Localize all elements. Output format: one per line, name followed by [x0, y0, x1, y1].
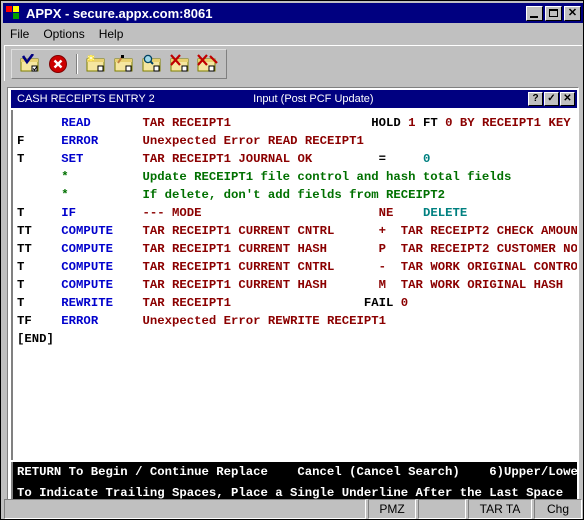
- code-operator: -: [378, 260, 387, 274]
- code-operator: +: [378, 224, 387, 238]
- terminal-client-area: CASH RECEIPTS ENTRY 2 Input (Post PCF Up…: [7, 87, 579, 515]
- code-tail-failval: 0: [400, 296, 409, 310]
- code-verb: COMPUTE: [61, 278, 113, 292]
- code-verb: IF: [61, 206, 77, 220]
- inner-window-title: CASH RECEIPTS ENTRY 2: [17, 93, 155, 105]
- validate-accept-icon[interactable]: [17, 52, 43, 76]
- code-verb: ERROR: [61, 134, 99, 148]
- statusbar: PMZ TAR TA Chg: [4, 499, 582, 519]
- code-comment: Update RECEIPT1 file control and hash to…: [142, 170, 512, 184]
- code-tail-ftval: 0: [445, 116, 453, 130]
- status-main: [4, 499, 366, 519]
- code-row: READ TAR RECEIPT1 HOLD 1 FT 0 BY RECEIPT…: [17, 114, 577, 132]
- toolbar-separator: [76, 54, 78, 74]
- window-titlebar: APPX - secure.appx.com:8061 ✕: [3, 3, 583, 23]
- code-operand: TAR RECEIPT1 CURRENT CNTRL: [142, 224, 335, 238]
- inner-window-titlebar: CASH RECEIPTS ENTRY 2 Input (Post PCF Up…: [11, 90, 577, 108]
- code-row: T IF --- MODE NE DELETE: [17, 204, 577, 222]
- code-operand: --- MODE: [142, 206, 202, 220]
- code-operand: TAR RECEIPT1 CURRENT CNTRL: [142, 260, 335, 274]
- code-verb: COMPUTE: [61, 224, 113, 238]
- code-comment-marker: *: [61, 188, 69, 202]
- code-tail-fail: FAIL: [363, 296, 394, 310]
- code-row: * Update RECEIPT1 file control and hash …: [17, 168, 577, 186]
- help-message-block: RETURN To Begin / Continue Replace Cance…: [11, 462, 579, 504]
- appx-terminal-window: APPX - secure.appx.com:8061 ✕ File Optio…: [0, 0, 584, 520]
- search-record-icon[interactable]: [139, 52, 165, 76]
- code-tail-by: BY RECEIPT1 KEY: [459, 116, 571, 130]
- code-argument: TAR WORK ORIGINAL CONTROL: [400, 260, 577, 274]
- code-flag: TT: [17, 242, 32, 256]
- menu-help[interactable]: Help: [92, 26, 131, 42]
- maximize-button[interactable]: [545, 5, 562, 21]
- code-listing[interactable]: READ TAR RECEIPT1 HOLD 1 FT 0 BY RECEIPT…: [11, 110, 577, 460]
- menu-options[interactable]: Options: [36, 26, 91, 42]
- code-row: T COMPUTE TAR RECEIPT1 CURRENT HASH M TA…: [17, 276, 577, 294]
- code-operator: =: [378, 152, 387, 166]
- help-line-1: RETURN To Begin / Continue Replace Cance…: [17, 465, 579, 479]
- code-comment-marker: *: [61, 170, 69, 184]
- code-operator: NE: [378, 206, 394, 220]
- code-argument: DELETE: [422, 206, 468, 220]
- code-verb: SET: [61, 152, 84, 166]
- code-verb: READ: [61, 116, 91, 130]
- status-chg: Chg: [534, 499, 582, 519]
- toolbar: [11, 49, 227, 79]
- code-verb: COMPUTE: [61, 260, 113, 274]
- code-operand: TAR RECEIPT1: [142, 296, 232, 310]
- delete-record-icon[interactable]: [167, 52, 193, 76]
- code-operand: Unexpected Error REWRITE RECEIPT1: [142, 314, 387, 328]
- confirm-button[interactable]: ✓: [544, 92, 559, 106]
- code-row: TT COMPUTE TAR RECEIPT1 CURRENT HASH P T…: [17, 240, 577, 258]
- menubar: File Options Help: [3, 25, 583, 43]
- code-argument: TAR RECEIPT2 CHECK AMOUNT: [400, 224, 577, 238]
- windows-logo-icon: [6, 6, 22, 20]
- cancel-icon[interactable]: [45, 52, 71, 76]
- inner-window-controls: ? ✓ ✕: [528, 92, 575, 106]
- edit-record-icon[interactable]: [111, 52, 137, 76]
- delete-all-icon[interactable]: [195, 52, 221, 76]
- help-button[interactable]: ?: [528, 92, 543, 106]
- code-flag: TT: [17, 224, 32, 238]
- menu-file[interactable]: File: [3, 26, 36, 42]
- code-operand: TAR RECEIPT1 CURRENT HASH: [142, 242, 327, 256]
- status-tar: TAR TA: [468, 499, 532, 519]
- code-operand: TAR RECEIPT1 CURRENT HASH: [142, 278, 327, 292]
- code-verb: COMPUTE: [61, 242, 113, 256]
- code-row: * If delete, don't add fields from RECEI…: [17, 186, 577, 204]
- code-row: T SET TAR RECEIPT1 JOURNAL OK = 0: [17, 150, 577, 168]
- window-title: APPX - secure.appx.com:8061: [26, 5, 213, 21]
- code-row: TF ERROR Unexpected Error REWRITE RECEIP…: [17, 312, 577, 330]
- code-operand: TAR RECEIPT1 JOURNAL OK: [142, 152, 313, 166]
- code-tail-holdval: 1: [408, 116, 416, 130]
- code-row: F ERROR Unexpected Error READ RECEIPT1: [17, 132, 577, 150]
- new-record-icon[interactable]: [83, 52, 109, 76]
- code-row: T COMPUTE TAR RECEIPT1 CURRENT CNTRL - T…: [17, 258, 577, 276]
- code-verb: ERROR: [61, 314, 99, 328]
- code-operator: M: [378, 278, 387, 292]
- code-row: TT COMPUTE TAR RECEIPT1 CURRENT CNTRL + …: [17, 222, 577, 240]
- minimize-button[interactable]: [526, 5, 543, 21]
- status-pmz: PMZ: [368, 499, 416, 519]
- code-tail-ft: FT: [422, 116, 438, 130]
- status-blank: [418, 499, 466, 519]
- window-controls: ✕: [526, 5, 581, 21]
- close-icon: ✕: [567, 6, 578, 19]
- code-operand: Unexpected Error READ RECEIPT1: [142, 134, 364, 148]
- code-argument: TAR WORK ORIGINAL HASH: [400, 278, 564, 292]
- inner-close-button[interactable]: ✕: [560, 92, 575, 106]
- code-argument: 0: [422, 152, 431, 166]
- inner-window-subtitle: Input (Post PCF Update): [253, 93, 374, 105]
- code-operand: TAR RECEIPT1: [142, 116, 232, 130]
- code-row: [END]: [17, 330, 577, 348]
- close-button[interactable]: ✕: [564, 5, 581, 21]
- code-operator: P: [378, 242, 387, 256]
- code-tail-hold: HOLD: [371, 116, 401, 130]
- code-comment: If delete, don't add fields from RECEIPT…: [142, 188, 446, 202]
- code-argument: TAR RECEIPT2 CUSTOMER NO: [400, 242, 577, 256]
- code-verb: REWRITE: [61, 296, 113, 310]
- code-end-marker: [END]: [17, 332, 54, 346]
- code-flag: TF: [17, 314, 32, 328]
- code-row: T REWRITE TAR RECEIPT1 FAIL 0: [17, 294, 577, 312]
